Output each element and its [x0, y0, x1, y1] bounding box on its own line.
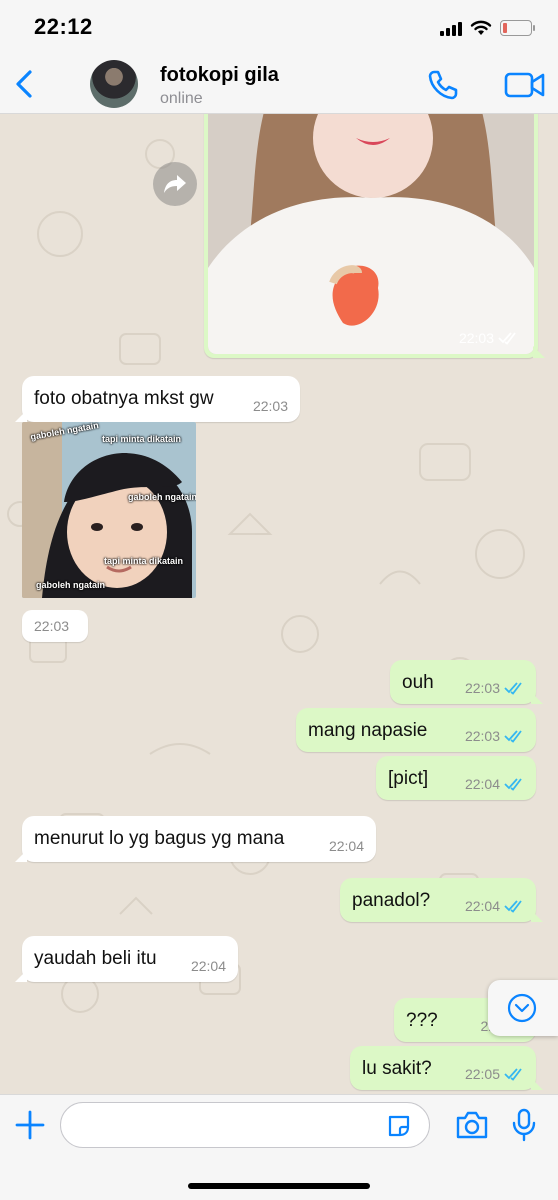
message-text: [pict]: [388, 768, 429, 789]
contact-name[interactable]: fotokopi gila: [160, 64, 279, 87]
plus-icon[interactable]: [14, 1109, 46, 1141]
message-input[interactable]: [60, 1102, 430, 1148]
status-time: 22:12: [34, 14, 93, 39]
image-message-outgoing[interactable]: 22:03: [204, 114, 545, 358]
message-outgoing[interactable]: panadol? 22:04: [340, 878, 543, 922]
read-receipt-icon: [504, 1068, 522, 1081]
read-receipt-icon: [504, 730, 522, 743]
back-icon[interactable]: [10, 64, 40, 104]
message-outgoing[interactable]: mang napasie 22:03: [296, 708, 536, 752]
message-time: 22:04: [328, 838, 364, 854]
chat-header: fotokopi gila online: [0, 56, 558, 114]
signal-icon: [440, 20, 462, 36]
read-receipt-icon: [498, 332, 516, 345]
video-icon[interactable]: [504, 70, 546, 100]
contact-status: online: [160, 90, 203, 107]
message-time: 22:03: [252, 398, 288, 414]
message-incoming[interactable]: foto obatnya mkst gw 22:03: [15, 376, 300, 422]
sticker-icon[interactable]: [386, 1113, 412, 1139]
avatar[interactable]: [90, 60, 138, 108]
message-incoming[interactable]: yaudah beli itu 22:04: [15, 936, 238, 982]
message-time: 22:05: [464, 1066, 500, 1082]
message-text: mang napasie: [308, 720, 428, 741]
message-text: panadol?: [352, 890, 431, 911]
microphone-icon[interactable]: [510, 1107, 538, 1143]
sticker-time-badge: 22:03: [22, 610, 88, 642]
message-time: 22:03: [34, 618, 70, 634]
sticker-message[interactable]: gaboleh ngatain tapi minta dikatain gabo…: [22, 422, 196, 598]
message-text: ???: [406, 1010, 438, 1031]
message-text: foto obatnya mkst gw: [34, 388, 214, 409]
chevron-down-icon: [507, 993, 537, 1023]
message-text: menurut lo yg bagus yg mana: [34, 828, 285, 849]
read-receipt-icon: [504, 900, 522, 913]
message-text: lu sakit?: [362, 1058, 432, 1079]
forward-button[interactable]: [153, 162, 197, 206]
status-icons: [440, 18, 535, 38]
message-time: 22:04: [190, 958, 226, 974]
scroll-to-bottom-button[interactable]: [488, 980, 558, 1036]
photo-drawing: [208, 114, 534, 354]
message-outgoing[interactable]: [pict] 22:04: [376, 756, 536, 800]
home-indicator[interactable]: [188, 1183, 370, 1189]
message-incoming[interactable]: menurut lo yg bagus yg mana 22:04: [15, 816, 376, 862]
message-time: 22:03: [464, 728, 500, 744]
wifi-icon: [470, 20, 492, 35]
status-bar: 22:12: [0, 0, 558, 56]
read-receipt-icon: [504, 682, 522, 695]
sticker-caption: gaboleh ngatain: [36, 580, 106, 590]
message-outgoing[interactable]: ouh 22:03: [390, 660, 543, 704]
read-receipt-icon: [504, 778, 522, 791]
sticker-caption: tapi minta dikatain: [104, 556, 184, 566]
sticker-image: [22, 422, 196, 598]
message-time: 22:03: [464, 680, 500, 696]
message-time: 22:04: [464, 776, 500, 792]
message-text: yaudah beli itu: [34, 948, 157, 969]
message-outgoing[interactable]: lu sakit? 22:05: [350, 1046, 543, 1090]
photo-image[interactable]: 22:03: [208, 114, 534, 354]
battery-icon: [500, 20, 535, 36]
chat-area[interactable]: 22:03 foto obatnya mkst gw 22:03 gaboleh…: [0, 114, 558, 1094]
message-time: 22:03: [458, 330, 494, 346]
input-bar: [0, 1094, 558, 1200]
message-time: 22:04: [464, 898, 500, 914]
sticker-caption: gaboleh ngatain: [128, 492, 196, 502]
message-text: ouh: [402, 672, 434, 693]
sticker-caption: tapi minta dikatain: [102, 434, 182, 444]
camera-icon[interactable]: [454, 1109, 490, 1141]
battery-level: [503, 23, 507, 33]
forward-icon: [164, 175, 186, 193]
phone-icon[interactable]: [426, 68, 460, 102]
